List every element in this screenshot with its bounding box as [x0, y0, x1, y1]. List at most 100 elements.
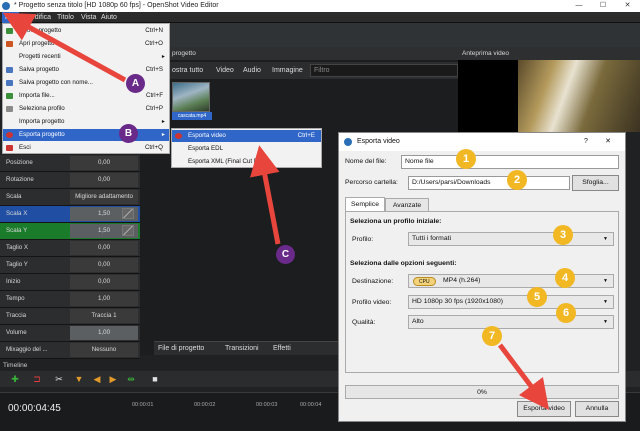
chevron-down-icon: ▼ — [603, 299, 608, 305]
menu-item-label: Progetti recenti — [19, 53, 61, 60]
tab-show-all[interactable]: ostra tutto — [172, 62, 203, 79]
tab-immagine[interactable]: Immagine — [272, 62, 303, 79]
property-row[interactable]: Mixaggio del ... Nessuno — [0, 342, 140, 359]
menu-item-label: Seleziona profilo — [19, 105, 65, 112]
timeline-label: Timeline — [3, 362, 28, 369]
property-value[interactable]: 1,00 — [70, 292, 138, 306]
menu-item-importa-progetto[interactable]: Importa progetto ▸ — [3, 116, 169, 128]
property-value[interactable]: 0,00 — [70, 156, 138, 170]
menu-item-label: Esporta XML (Final Cut Pro) — [188, 158, 266, 165]
property-row-scala-x[interactable]: Scala X 1,50 — [0, 206, 140, 223]
tab-video[interactable]: Video — [216, 62, 234, 79]
property-value[interactable]: Traccia 1 — [70, 309, 138, 323]
menu-item-importa-file[interactable]: Importa file... Ctrl+F — [3, 90, 169, 102]
preview-panel-title: Anteprima video — [458, 47, 640, 60]
property-value[interactable]: 0,00 — [70, 173, 138, 187]
tab-avanzate[interactable]: Avanzate — [385, 198, 429, 212]
property-value[interactable]: Nessuno — [70, 343, 138, 357]
close-window-button[interactable]: ✕ — [615, 0, 640, 12]
menu-item-label: Importa progetto — [19, 118, 65, 125]
submenu-arrow-icon: ▸ — [161, 53, 165, 60]
clip-thumbnail-label: cascata.mp4 — [172, 112, 212, 120]
center-playhead-icon[interactable]: ⇹ — [126, 374, 136, 384]
menu-item-salva-progetto[interactable]: Salva progetto Ctrl+S — [3, 64, 169, 76]
bottom-panel-tabs: File di progetto Transizioni Effetti — [154, 341, 340, 355]
profile-select[interactable]: Tutti i formati ▼ — [408, 232, 614, 246]
export-video-button[interactable]: Esporta video — [517, 401, 571, 417]
property-value[interactable]: 0,00 — [70, 241, 138, 255]
property-value[interactable]: 0,00 — [70, 258, 138, 272]
project-panel-title: progetto — [172, 50, 196, 57]
tab-effetti[interactable]: Effetti — [273, 342, 291, 356]
next-marker-icon[interactable]: ▶ — [108, 374, 118, 384]
chevron-down-icon: ▼ — [603, 236, 608, 242]
menu-modifica[interactable]: Modifica — [22, 12, 54, 23]
property-row[interactable]: Taglio Y 0,00 — [0, 257, 140, 274]
snap-icon[interactable]: ⊐ — [32, 374, 42, 384]
checkbox-icon[interactable]: ■ — [150, 374, 160, 384]
destination-select-value: MP4 (h.264) — [443, 277, 481, 284]
dialog-help-button[interactable]: ? — [579, 133, 593, 151]
destination-select[interactable]: CPU MP4 (h.264) ▼ — [408, 274, 614, 288]
property-row[interactable]: Traccia Traccia 1 — [0, 308, 140, 325]
menu-item-apri-progetto[interactable]: Apri progetto Ctrl+O — [3, 38, 169, 50]
menu-item-esporta-xml[interactable]: Esporta XML (Final Cut Pro) — [172, 156, 321, 168]
timeline-timecode: 00:00:04:45 — [8, 403, 61, 414]
property-row[interactable]: Volume 1,00 — [0, 325, 140, 342]
menu-item-esporta-video[interactable]: Esporta video Ctrl+E — [172, 130, 321, 142]
submenu-arrow-icon: ▸ — [161, 118, 165, 125]
menu-item-esporta-edl[interactable]: Esporta EDL — [172, 143, 321, 155]
tab-transizioni[interactable]: Transizioni — [225, 342, 259, 356]
clip-thumbnail[interactable] — [172, 82, 210, 112]
property-row[interactable]: Tempo 1,00 — [0, 291, 140, 308]
browse-button[interactable]: Sfoglia... — [572, 175, 619, 191]
menu-vista[interactable]: Vista — [78, 12, 99, 23]
preview-video-frame — [518, 60, 640, 132]
menu-item-esporta-progetto[interactable]: Esporta progetto ▸ — [3, 129, 169, 141]
minimize-button[interactable]: — — [567, 0, 591, 12]
menu-item-nuovo-progetto[interactable]: Nuovo progetto Ctrl+N — [3, 25, 169, 37]
menu-item-label: Importa file... — [19, 92, 55, 99]
menu-item-esci[interactable]: Esci Ctrl+Q — [3, 142, 169, 154]
property-row[interactable]: Inizio 0,00 — [0, 274, 140, 291]
add-track-icon[interactable]: ✚ — [10, 374, 20, 384]
filename-label: Nome del file: — [345, 158, 387, 165]
profile-label: Profilo: — [352, 236, 374, 243]
menu-item-label: Esci — [19, 144, 31, 151]
menu-item-shortcut: Ctrl+P — [145, 105, 163, 112]
property-value[interactable]: Migliore adattamento — [70, 190, 138, 204]
property-value[interactable]: 1,00 — [70, 326, 138, 340]
tab-semplice[interactable]: Semplice — [345, 197, 385, 211]
menu-item-progetti-recenti[interactable]: Progetti recenti ▸ — [3, 51, 169, 63]
quality-select[interactable]: Alto ▼ — [408, 315, 614, 329]
menu-item-label: Esporta EDL — [188, 145, 224, 152]
window-title-bar: * Progetto senza titolo [HD 1080p 60 fps… — [0, 0, 640, 12]
folder-path-input[interactable]: D:/Users/parsi/Downloads — [408, 176, 570, 190]
annotation-badge-3: 3 — [553, 225, 573, 245]
tab-audio[interactable]: Audio — [243, 62, 261, 79]
video-profile-select[interactable]: HD 1080p 30 fps (1920x1080) ▼ — [408, 295, 614, 309]
razor-icon[interactable]: ✂ — [54, 374, 64, 384]
filename-input[interactable]: Nome file — [401, 155, 619, 169]
previous-marker-icon[interactable]: ◀ — [92, 374, 102, 384]
property-row[interactable]: Rotazione 0,00 — [0, 172, 140, 189]
menu-aiuto[interactable]: Aiuto — [98, 12, 120, 23]
video-profile-label: Profilo video: — [352, 299, 392, 306]
property-name: Taglio Y — [6, 261, 28, 268]
dialog-title: Esporta video — [357, 138, 400, 145]
menu-titolo[interactable]: Titolo — [54, 12, 77, 23]
property-value[interactable]: 0,00 — [70, 275, 138, 289]
cancel-button[interactable]: Annulla — [575, 401, 619, 417]
property-row[interactable]: Taglio X 0,00 — [0, 240, 140, 257]
dialog-close-button[interactable]: ✕ — [601, 133, 615, 151]
menu-file[interactable]: File — [2, 12, 20, 23]
filter-input[interactable]: Filtro — [310, 64, 458, 77]
annotation-badge-b: B — [119, 124, 138, 143]
add-marker-icon[interactable]: ▼ — [74, 374, 84, 384]
property-row[interactable]: Scala Migliore adattamento — [0, 189, 140, 206]
property-row[interactable]: Posizione 0,00 — [0, 155, 140, 172]
tab-file-di-progetto[interactable]: File di progetto — [158, 342, 204, 356]
menu-item-seleziona-profilo[interactable]: Seleziona profilo Ctrl+P — [3, 103, 169, 115]
property-row-scala-y[interactable]: Scala Y 1,50 — [0, 223, 140, 240]
maximize-button[interactable]: ☐ — [591, 0, 615, 12]
